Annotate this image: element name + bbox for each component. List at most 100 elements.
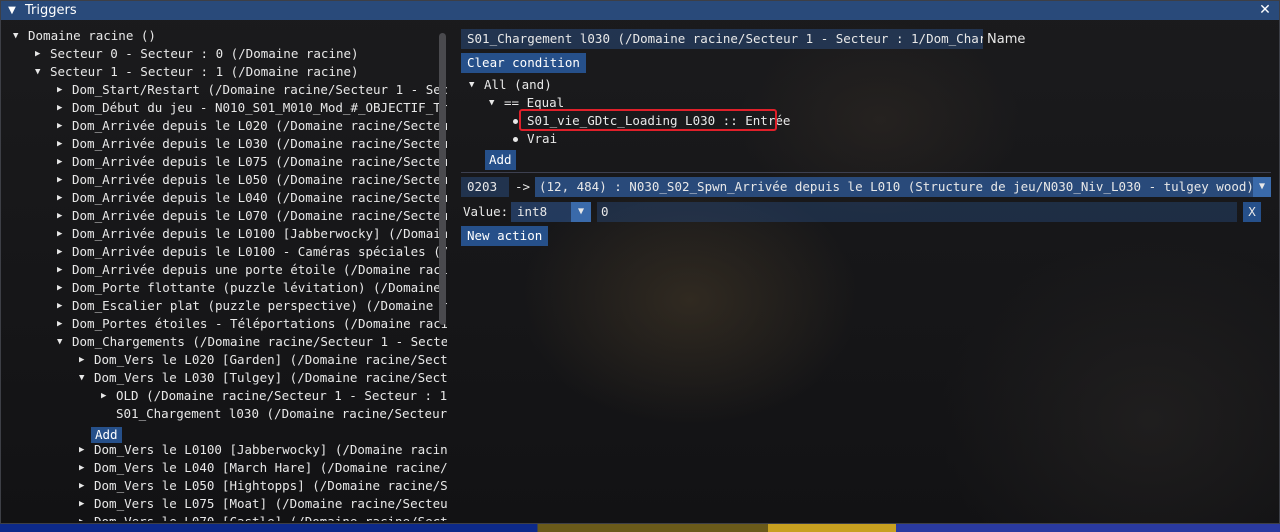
chevron-down-icon[interactable]: ▼	[469, 76, 484, 94]
tree-node[interactable]: ▶ Dom_Début du jeu - N010_S01_M010_Mod_#_…	[57, 99, 447, 117]
tree-node[interactable]: ▶ Dom_Escalier plat (puzzle perspective) …	[57, 297, 447, 315]
action-target-select[interactable]: (12, 484) : N030_S02_Spwn_Arrivée depuis…	[535, 177, 1271, 197]
bullet-icon	[513, 118, 518, 124]
chevron-down-icon[interactable]: ▼	[13, 27, 28, 45]
condition-root[interactable]: ▼ All (and)	[469, 76, 552, 94]
chevron-right-icon[interactable]: ▶	[79, 459, 94, 477]
tree-node-label: Dom_Vers le L040 [March Hare] (/Domaine …	[94, 460, 447, 475]
add-condition-button[interactable]: Add	[485, 150, 516, 170]
chevron-right-icon[interactable]: ▶	[57, 225, 72, 243]
collapse-icon[interactable]: ▼	[3, 5, 21, 16]
chevron-right-icon[interactable]: ▶	[79, 513, 94, 521]
tree-node[interactable]: ▶ Dom_Arrivée depuis le L075 (/Domaine ra…	[57, 153, 447, 171]
tree-node[interactable]: ▶ Secteur 0 - Secteur : 0 (/Domaine racin…	[35, 45, 359, 63]
name-label: Name	[987, 31, 1026, 47]
chevron-right-icon[interactable]: ▶	[79, 351, 94, 369]
tree-node-label: Secteur 0 - Secteur : 0 (/Domaine racine…	[50, 46, 359, 61]
tree-node[interactable]: ▶ Dom_Start/Restart (/Domaine racine/Sect…	[57, 81, 447, 99]
chevron-right-icon[interactable]: ▶	[57, 243, 72, 261]
tree-node[interactable]: ▶ Dom_Vers le L050 [Hightopps] (/Domaine …	[79, 477, 447, 495]
tree-node[interactable]: ▶ OLD (/Domaine racine/Secteur 1 - Secteu…	[101, 387, 447, 405]
chevron-right-icon[interactable]: ▶	[57, 279, 72, 297]
value-row: Value: int8 ▼ 0 X	[461, 202, 1271, 222]
tree-scrollbar[interactable]	[438, 29, 447, 517]
add-tree-node-button[interactable]: Add	[91, 427, 122, 443]
chevron-right-icon[interactable]: ▶	[57, 117, 72, 135]
chevron-right-icon[interactable]: ▶	[57, 315, 72, 333]
triggers-window: ▼ Triggers ✕ ▼ Domaine racine () ▶ Secteu…	[0, 0, 1280, 524]
tree-node[interactable]: ▶ Dom_Arrivée depuis le L040 (/Domaine ra…	[57, 189, 447, 207]
tree-node-label: Dom_Arrivée depuis le L0100 [Jabberwocky…	[72, 226, 447, 241]
tree-node-label: Dom_Arrivée depuis le L070 (/Domaine rac…	[72, 208, 447, 223]
chevron-right-icon[interactable]: ▶	[57, 81, 72, 99]
tree-node-label: Dom_Vers le L030 [Tulgey] (/Domaine raci…	[94, 370, 447, 385]
tree-node-label: Dom_Vers le L050 [Hightopps] (/Domaine r…	[94, 478, 447, 493]
tree-node-label: Dom_Chargements (/Domaine racine/Secteur…	[72, 334, 447, 349]
tree-node[interactable]: ▶ Dom_Vers le L0100 [Jabberwocky] (/Domai…	[79, 441, 447, 459]
close-icon[interactable]: ✕	[1257, 2, 1273, 18]
tree-node-label: Dom_Vers le L020 [Garden] (/Domaine raci…	[94, 352, 447, 367]
chevron-right-icon[interactable]: ▶	[57, 171, 72, 189]
chevron-right-icon[interactable]: ▶	[79, 441, 94, 459]
chevron-right-icon[interactable]: ▶	[101, 387, 116, 405]
tree-node[interactable]: ▶ Dom_Arrivée depuis le L0100 [Jabberwock…	[57, 225, 447, 243]
tree-node[interactable]: S01_Chargement l030 (/Domaine racine/Sec…	[101, 405, 447, 423]
tree-node[interactable]: ▼ Dom_Chargements (/Domaine racine/Secteu…	[57, 333, 447, 351]
chevron-right-icon[interactable]: ▶	[79, 495, 94, 513]
tree-node[interactable]: ▶ Dom_Portes étoiles - Téléportations (/D…	[57, 315, 447, 333]
tree-node[interactable]: ▶ Dom_Arrivée depuis le L020 (/Domaine ra…	[57, 117, 447, 135]
tree-node-label: S01_Chargement l030 (/Domaine racine/Sec…	[116, 406, 447, 421]
action-number[interactable]: 0203	[461, 177, 509, 197]
chevron-down-icon[interactable]: ▼	[1253, 177, 1271, 197]
tree-node[interactable]: ▶ Dom_Arrivée depuis le L0100 - Caméras s…	[57, 243, 447, 261]
tree-node[interactable]: ▶ Dom_Vers le L040 [March Hare] (/Domaine…	[79, 459, 447, 477]
condition-right-label: Vrai	[527, 131, 558, 146]
value-label: Value:	[463, 204, 509, 219]
chevron-right-icon[interactable]: ▶	[79, 477, 94, 495]
name-field[interactable]: S01_Chargement l030 (/Domaine racine/Sec…	[461, 29, 983, 49]
chevron-right-icon[interactable]: ▶	[57, 297, 72, 315]
chevron-down-icon[interactable]: ▼	[57, 333, 72, 351]
chevron-right-icon[interactable]: ▶	[35, 45, 50, 63]
window-titlebar[interactable]: ▼ Triggers ✕	[1, 1, 1279, 20]
tree-node-label: Dom_Arrivée depuis une porte étoile (/Do…	[72, 262, 447, 277]
chevron-right-icon[interactable]: ▶	[57, 261, 72, 279]
chevron-down-icon[interactable]: ▼	[489, 94, 504, 112]
tree-node[interactable]: ▼ Dom_Vers le L030 [Tulgey] (/Domaine rac…	[79, 369, 447, 387]
clear-value-button[interactable]: X	[1243, 202, 1261, 222]
tree-node[interactable]: ▼ Secteur 1 - Secteur : 1 (/Domaine racin…	[35, 63, 359, 81]
action-arrow: ->	[515, 179, 531, 194]
tree-node-root[interactable]: ▼ Domaine racine ()	[13, 27, 156, 45]
chevron-right-icon[interactable]: ▶	[57, 153, 72, 171]
tree-node-label: Dom_Escalier plat (puzzle perspective) (…	[72, 298, 447, 313]
tree-scrollbar-thumb[interactable]	[439, 33, 446, 325]
value-type-select[interactable]: int8 ▼	[511, 202, 591, 222]
tree-node[interactable]: ▶ Dom_Porte flottante (puzzle lévitation)…	[57, 279, 447, 297]
bullet-icon	[513, 136, 518, 142]
tree-node-label: Dom_Vers le L075 [Moat] (/Domaine racine…	[94, 496, 447, 511]
tree-node[interactable]: ▶ Dom_Arrivée depuis le L050 (/Domaine ra…	[57, 171, 447, 189]
tree-node-label: Domaine racine ()	[28, 28, 156, 43]
tree-node[interactable]: ▶ Dom_Arrivée depuis le L070 (/Domaine ra…	[57, 207, 447, 225]
chevron-right-icon[interactable]: ▶	[57, 189, 72, 207]
value-input[interactable]: 0	[597, 202, 1237, 222]
chevron-right-icon[interactable]: ▶	[57, 207, 72, 225]
action-target-value: (12, 484) : N030_S02_Spwn_Arrivée depuis…	[539, 179, 1271, 194]
chevron-down-icon[interactable]: ▼	[35, 63, 50, 81]
tree-node[interactable]: ▶ Dom_Vers le L020 [Garden] (/Domaine rac…	[79, 351, 447, 369]
trigger-editor: S01_Chargement l030 (/Domaine racine/Sec…	[461, 25, 1273, 521]
clear-condition-button[interactable]: Clear condition	[461, 53, 586, 73]
highlight-box	[519, 109, 777, 131]
tree-node-label: Dom_Portes étoiles - Téléportations (/Do…	[72, 316, 447, 331]
tree-node[interactable]: ▶Dom_Vers le L070 [Castle] (/Domaine rac…	[79, 513, 447, 521]
tree-node[interactable]: ▶ Dom_Arrivée depuis le L030 (/Domaine ra…	[57, 135, 447, 153]
chevron-right-icon[interactable]: ▶	[57, 99, 72, 117]
chevron-right-icon[interactable]: ▶	[57, 135, 72, 153]
new-action-button[interactable]: New action	[461, 226, 549, 246]
condition-right-operand[interactable]: Vrai	[513, 130, 557, 148]
chevron-down-icon[interactable]: ▼	[571, 202, 591, 222]
chevron-down-icon[interactable]: ▼	[79, 369, 94, 387]
tree-node[interactable]: ▶ Dom_Arrivée depuis une porte étoile (/D…	[57, 261, 447, 279]
name-row: S01_Chargement l030 (/Domaine racine/Sec…	[461, 29, 1025, 49]
tree-node[interactable]: ▶ Dom_Vers le L075 [Moat] (/Domaine racin…	[79, 495, 447, 513]
